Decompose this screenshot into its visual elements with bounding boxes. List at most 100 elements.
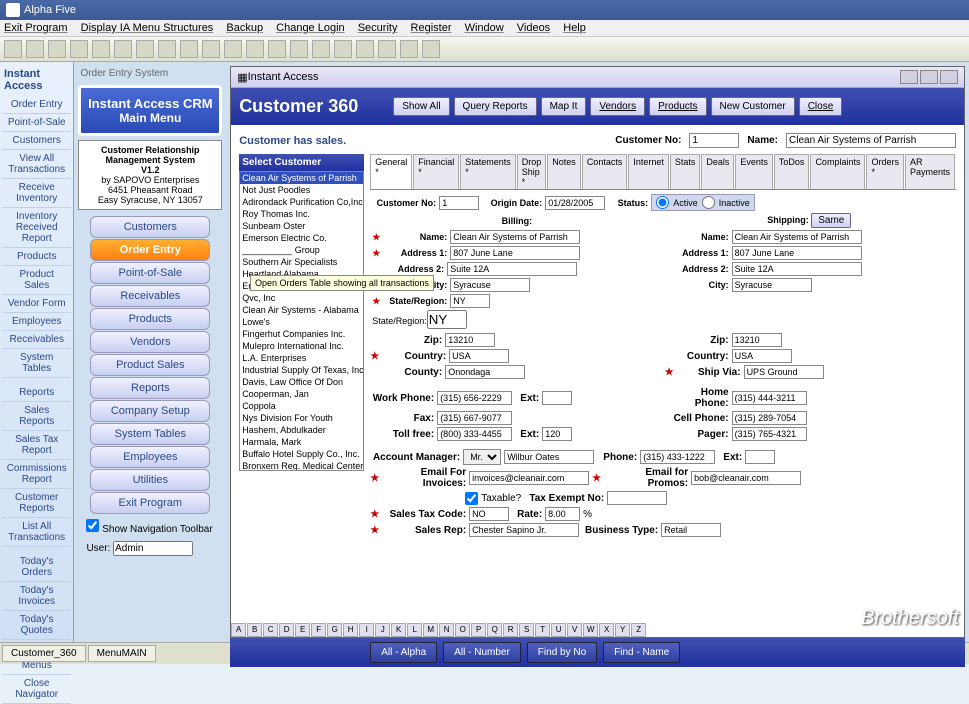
toolbar-btn[interactable] [158,40,176,58]
close-button[interactable] [940,70,958,84]
customer-list-item[interactable]: Not Just Poodles [240,184,363,196]
field-county[interactable] [445,365,525,379]
detail-tab[interactable]: Orders * [866,154,904,189]
toolbar-btn[interactable] [48,40,66,58]
field-zip[interactable] [445,333,495,347]
alpha-filter-button[interactable]: W [583,623,598,637]
alpha-filter-button[interactable]: X [599,623,614,637]
menu-backup[interactable]: Backup [226,22,263,34]
field-ext1[interactable] [542,391,572,405]
customer-list-item[interactable]: Mulepro International Inc. [240,340,363,352]
field-billing-name[interactable] [450,230,580,244]
toolbar-btn[interactable] [334,40,352,58]
field-pager[interactable] [732,427,807,441]
leftnav-item[interactable]: Vendor Form [2,295,71,313]
leftnav-item[interactable]: Sales Reports [2,402,71,431]
field-shipvia[interactable] [744,365,824,379]
field-custno[interactable] [439,196,479,210]
detail-tab[interactable]: Statements * [460,154,516,189]
leftnav-item[interactable]: Close Navigator [2,675,71,704]
detail-tab[interactable]: Deals [701,154,734,189]
find-name-button[interactable]: Find - Name [603,642,680,663]
alpha-filter-button[interactable]: G [327,623,342,637]
leftnav-item[interactable]: Inventory Received Report [2,208,71,248]
customer-list[interactable]: Clean Air Systems of ParrishNot Just Poo… [239,171,364,471]
detail-tab[interactable]: Internet [628,154,669,189]
field-scity[interactable] [732,278,812,292]
customer-list-item[interactable]: Nys Division For Youth [240,412,363,424]
leftnav-item[interactable]: Reports [2,384,71,402]
alpha-filter-button[interactable]: Z [631,623,646,637]
leftnav-item[interactable]: Today's Invoices [2,582,71,611]
customer-list-item[interactable]: Industrial Supply Of Texas, Inc. [240,364,363,376]
products-button[interactable]: Products [649,97,706,116]
leftnav-item[interactable]: Order Entry [2,96,71,114]
alpha-filter-button[interactable]: S [519,623,534,637]
menu-window[interactable]: Window [465,22,504,34]
detail-tab[interactable]: Contacts [582,154,628,189]
field-szip[interactable] [732,333,782,347]
menu-change-login[interactable]: Change Login [276,22,345,34]
taxable-checkbox[interactable] [465,492,478,505]
field-biztype[interactable] [661,523,721,537]
main-menu-button[interactable]: Employees [90,446,210,468]
toolbar-btn[interactable] [246,40,264,58]
main-menu-button[interactable]: Products [90,308,210,330]
new-customer-button[interactable]: New Customer [711,97,795,116]
field-city[interactable] [450,278,530,292]
toolbar-btn[interactable] [422,40,440,58]
map-it-button[interactable]: Map It [541,97,587,116]
all-alpha-button[interactable]: All - Alpha [370,642,437,663]
close-customer-button[interactable]: Close [799,97,843,116]
alpha-filter-button[interactable]: I [359,623,374,637]
show-nav-toolbar-checkbox[interactable] [86,519,99,532]
toolbar-btn[interactable] [290,40,308,58]
alpha-filter-button[interactable]: O [455,623,470,637]
main-menu-button[interactable]: Vendors [90,331,210,353]
status-inactive-radio[interactable] [702,196,715,209]
alpha-filter-button[interactable]: U [551,623,566,637]
field-saddr1[interactable] [732,246,862,260]
customer-list-item[interactable]: Southern Air Specialists [240,256,363,268]
toolbar-btn[interactable] [356,40,374,58]
customer-list-item[interactable]: Lowe's [240,316,363,328]
customer-list-item[interactable]: Davis, Law Office Of Don [240,376,363,388]
toolbar-btn[interactable] [268,40,286,58]
main-menu-button[interactable]: Receivables [90,285,210,307]
menu-help[interactable]: Help [563,22,586,34]
alpha-filter-button[interactable]: D [279,623,294,637]
field-homephone[interactable] [732,391,807,405]
detail-tab[interactable]: Stats [670,154,701,189]
customer-no-field[interactable] [689,133,739,148]
customer-list-item[interactable]: Sunbeam Oster [240,220,363,232]
main-menu-button[interactable]: Utilities [90,469,210,491]
field-taxexempt[interactable] [607,491,667,505]
field-acctmgr[interactable] [504,450,594,464]
vendors-button[interactable]: Vendors [590,97,645,116]
customer-list-item[interactable]: Emerson Electric Co. [240,232,363,244]
alpha-filter-button[interactable]: P [471,623,486,637]
alpha-filter-button[interactable]: V [567,623,582,637]
alpha-filter-button[interactable]: C [263,623,278,637]
detail-tab[interactable]: General * [370,154,412,189]
alpha-filter-button[interactable]: J [375,623,390,637]
field-shipping-name[interactable] [732,230,862,244]
main-menu-button[interactable]: Exit Program [90,492,210,514]
toolbar-btn[interactable] [378,40,396,58]
leftnav-item[interactable]: Customer Reports [2,489,71,518]
field-scountry[interactable] [732,349,792,363]
field-country[interactable] [449,349,509,363]
leftnav-item[interactable]: System Tables [2,349,71,378]
menu-videos[interactable]: Videos [517,22,550,34]
field-acctmgr-sal[interactable]: Mr. [463,449,501,465]
field-fax[interactable] [437,411,512,425]
toolbar-btn[interactable] [312,40,330,58]
main-menu-button[interactable]: Product Sales [90,354,210,376]
field-saddr2[interactable] [732,262,862,276]
field-taxcode[interactable] [469,507,509,521]
customer-list-item[interactable]: __________ Group [240,244,363,256]
status-active-radio[interactable] [656,196,669,209]
customer-list-item[interactable]: Clean Air Systems of Parrish [240,172,363,184]
leftnav-item[interactable]: Product Sales [2,266,71,295]
alpha-filter-button[interactable]: M [423,623,438,637]
